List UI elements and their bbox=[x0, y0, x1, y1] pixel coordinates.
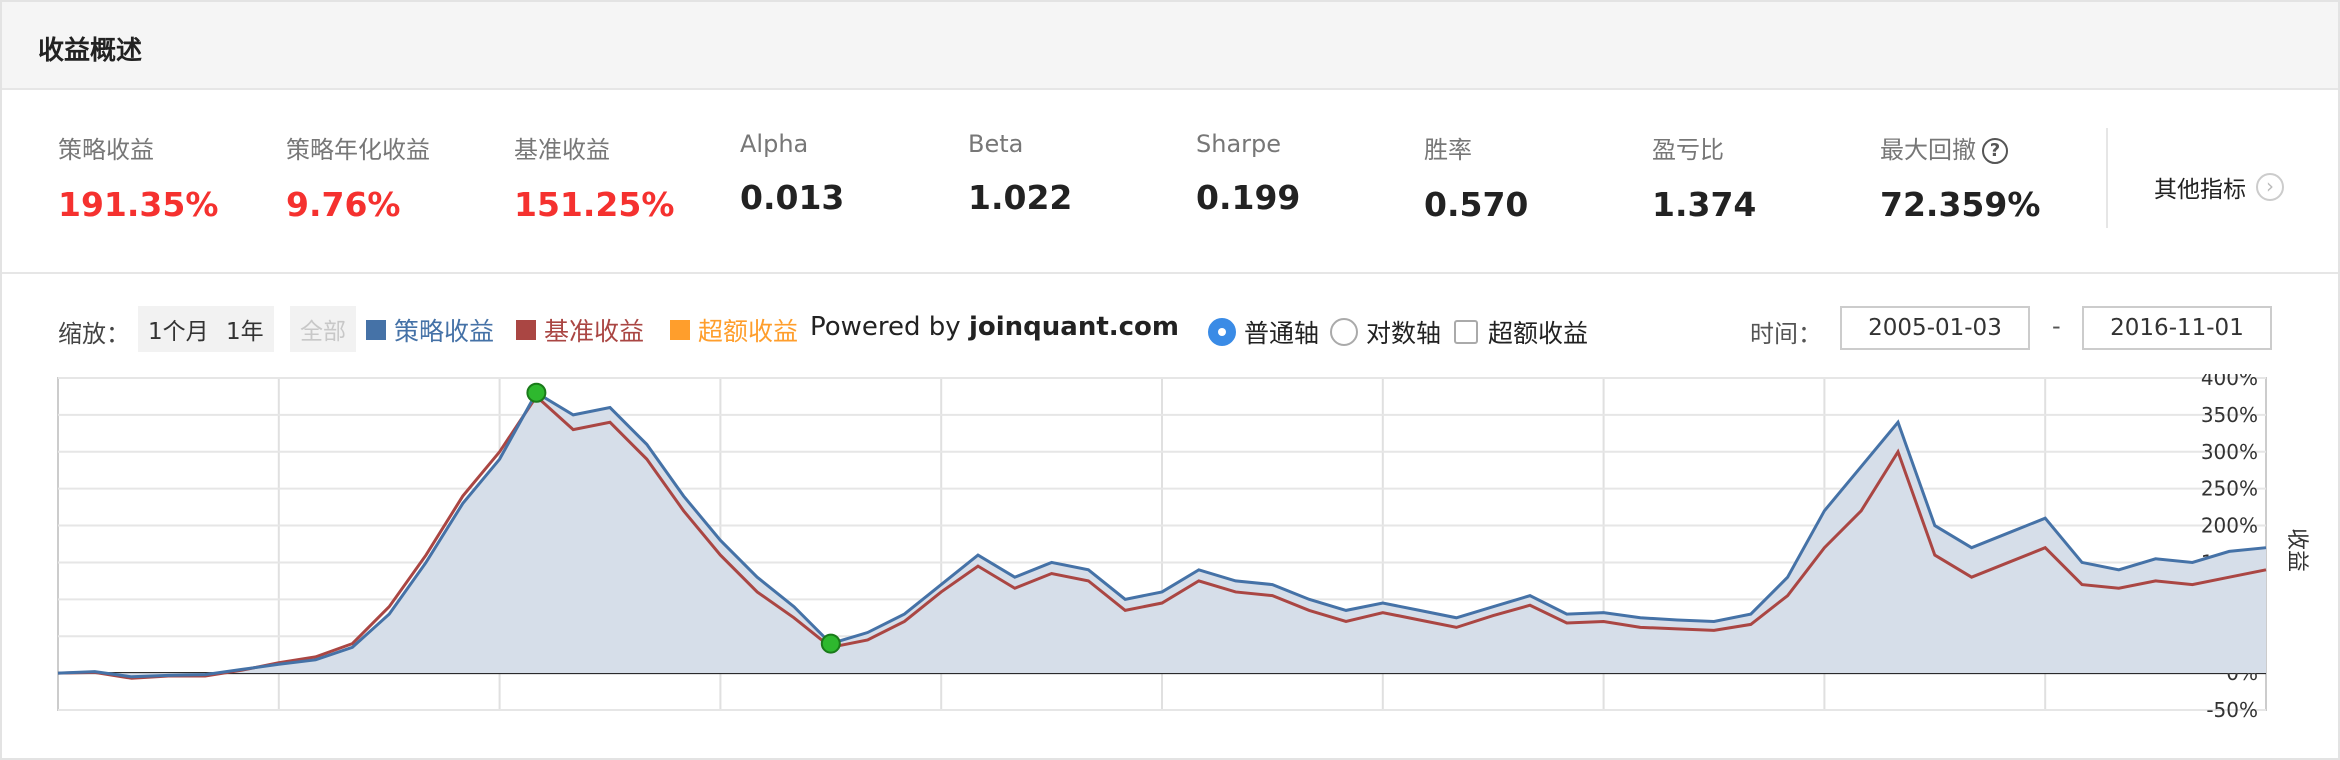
metric-value: 1.374 bbox=[1652, 185, 1757, 224]
powered-prefix: Powered by bbox=[810, 312, 969, 342]
metric-alpha: Alpha 0.013 bbox=[740, 130, 844, 217]
zoom-1-month-button[interactable]: 1个月 bbox=[138, 306, 219, 352]
metric-value: 151.25% bbox=[514, 185, 675, 224]
metric-label-text: 最大回撤 bbox=[1880, 136, 1976, 164]
metric-label: Beta bbox=[968, 130, 1024, 158]
metric-value: 72.359% bbox=[1880, 185, 2041, 224]
metric-win-rate: 胜率 0.570 bbox=[1424, 130, 1528, 224]
legend-label: 基准收益 bbox=[544, 317, 645, 346]
returns-chart-svg: 400%350%300%250%200%150%100%50%0%-50%收益 bbox=[57, 374, 2309, 722]
metric-sharpe: Sharpe 0.199 bbox=[1196, 130, 1300, 217]
powered-by-credit: Powered by joinquant.com bbox=[810, 312, 1179, 342]
metric-label: 基准收益 bbox=[514, 136, 610, 164]
date-from-input[interactable] bbox=[1840, 306, 2030, 350]
metric-label: Sharpe bbox=[1196, 130, 1282, 158]
zoom-label: 缩放： bbox=[58, 320, 130, 348]
legend-label: 策略收益 bbox=[394, 317, 495, 346]
metric-value: 0.199 bbox=[1196, 178, 1301, 217]
metric-value: 9.76% bbox=[286, 185, 401, 224]
y-tick-label: -50% bbox=[2206, 698, 2258, 722]
date-separator: - bbox=[2052, 312, 2061, 340]
panel-title: 收益概述 bbox=[38, 36, 143, 66]
time-label: 时间： bbox=[1750, 320, 1822, 348]
metric-label: Alpha bbox=[740, 130, 809, 158]
max-drawdown-start-marker bbox=[526, 382, 547, 403]
metric-label: 胜率 bbox=[1424, 136, 1472, 164]
metric-annualized-return: 策略年化收益 9.76% bbox=[286, 130, 430, 224]
zoom-1-year-button[interactable]: 1年 bbox=[216, 306, 274, 352]
excess-return-checkbox[interactable]: 超额收益 bbox=[1454, 314, 1588, 350]
date-to-input[interactable] bbox=[2082, 306, 2272, 350]
legend-swatch bbox=[516, 320, 536, 340]
y-tick-label: 200% bbox=[2201, 514, 2258, 538]
metric-strategy-return: 策略收益 191.35% bbox=[58, 130, 218, 224]
radio-checked-icon bbox=[1208, 318, 1236, 346]
legend-benchmark-return[interactable]: 基准收益 bbox=[516, 312, 644, 348]
checkbox-unchecked-icon bbox=[1454, 320, 1478, 344]
axis-normal-radio[interactable]: 普通轴 bbox=[1208, 314, 1319, 350]
panel-header: 收益概述 bbox=[2, 2, 2338, 90]
legend-swatch bbox=[670, 320, 690, 340]
powered-site: joinquant.com bbox=[968, 312, 1180, 342]
other-metrics-link[interactable]: 其他指标 › bbox=[2154, 170, 2284, 204]
returns-chart[interactable]: 400%350%300%250%200%150%100%50%0%-50%收益 bbox=[2, 374, 2338, 722]
chart-toolbar: 缩放： 1个月 1年 全部 策略收益 基准收益 超额收益 Powered by … bbox=[2, 302, 2338, 356]
max-drawdown-end-marker bbox=[820, 633, 841, 654]
metric-benchmark-return: 基准收益 151.25% bbox=[514, 130, 674, 224]
y-tick-label: 350% bbox=[2201, 403, 2258, 427]
legend-excess-return[interactable]: 超额收益 bbox=[670, 312, 798, 348]
checkbox-label: 超额收益 bbox=[1488, 319, 1589, 348]
metric-label: 盈亏比 bbox=[1652, 136, 1724, 164]
chevron-right-icon: › bbox=[2256, 173, 2284, 201]
axis-log-radio[interactable]: 对数轴 bbox=[1330, 314, 1441, 350]
other-metrics-label: 其他指标 bbox=[2154, 177, 2246, 203]
y-tick-label: 300% bbox=[2201, 440, 2258, 464]
returns-overview-panel: 收益概述 策略收益 191.35% 策略年化收益 9.76% 基准收益 151.… bbox=[0, 0, 2340, 760]
y-axis-label: 收益 bbox=[2284, 528, 2309, 572]
y-tick-label: 400% bbox=[2201, 374, 2258, 390]
metric-value: 1.022 bbox=[968, 178, 1073, 217]
metrics-divider bbox=[2106, 128, 2108, 228]
radio-unchecked-icon bbox=[1330, 318, 1358, 346]
zoom-all-button[interactable]: 全部 bbox=[290, 306, 356, 352]
help-icon[interactable]: ? bbox=[1982, 138, 2008, 164]
metric-max-drawdown: 最大回撤? 72.359% bbox=[1880, 130, 2040, 224]
metric-profit-loss-ratio: 盈亏比 1.374 bbox=[1652, 130, 1756, 224]
metric-value: 0.570 bbox=[1424, 185, 1529, 224]
metric-label: 最大回撤? bbox=[1880, 130, 2040, 165]
radio-label: 普通轴 bbox=[1244, 319, 1320, 348]
metric-value: 0.013 bbox=[740, 178, 845, 217]
radio-label: 对数轴 bbox=[1366, 319, 1442, 348]
legend-swatch bbox=[366, 320, 386, 340]
metrics-row: 策略收益 191.35% 策略年化收益 9.76% 基准收益 151.25% A… bbox=[2, 92, 2338, 274]
legend-strategy-return[interactable]: 策略收益 bbox=[366, 312, 494, 348]
metric-label: 策略年化收益 bbox=[286, 136, 430, 164]
y-tick-label: 250% bbox=[2201, 477, 2258, 501]
legend-label: 超额收益 bbox=[698, 317, 799, 346]
metric-label: 策略收益 bbox=[58, 136, 154, 164]
metric-value: 191.35% bbox=[58, 185, 219, 224]
metric-beta: Beta 1.022 bbox=[968, 130, 1072, 217]
